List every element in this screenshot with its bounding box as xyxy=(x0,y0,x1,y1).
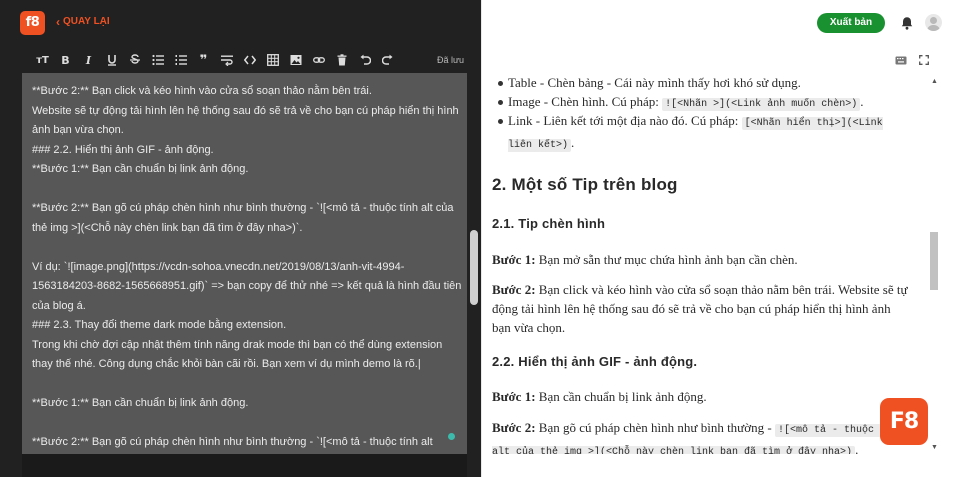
code-icon[interactable] xyxy=(238,50,261,70)
editor-pane: f8 ‹ QUAY LẠI ᴛT B I ❞ Đã lưu **Bước 2:*… xyxy=(0,0,481,477)
fullscreen-icon[interactable] xyxy=(919,55,929,65)
f8-badge[interactable]: F8 xyxy=(880,398,928,445)
italic-icon[interactable]: I xyxy=(77,50,100,70)
saved-status: Đã lưu xyxy=(436,55,464,65)
list-item: Link - Liên kết tới một địa nào đó. Cú p… xyxy=(508,113,883,152)
list-bullet xyxy=(498,81,503,86)
table-icon[interactable] xyxy=(261,50,284,70)
scroll-down-icon[interactable]: ▼ xyxy=(931,444,938,451)
underline-icon[interactable] xyxy=(100,50,123,70)
subsection-heading: 2.1. Tip chèn hình xyxy=(492,216,606,231)
editor-scrollbar[interactable] xyxy=(470,230,478,305)
paragraph: Bước 1: Bạn mở sẵn thư mục chứa hình ảnh… xyxy=(492,252,798,267)
f8-logo[interactable]: f8 xyxy=(20,11,45,35)
preview-scrollbar[interactable] xyxy=(930,232,938,290)
editor-toolbar: ᴛT B I ❞ xyxy=(0,48,481,72)
ordered-list-icon[interactable] xyxy=(169,50,192,70)
paragraph: Bước 2: Bạn click và kéo hình vào cửa sổ… xyxy=(492,282,908,335)
list-item: Table - Chèn bảng - Cái này mình thấy hơ… xyxy=(508,75,801,90)
strikethrough-icon[interactable] xyxy=(123,50,146,70)
editor-header: f8 ‹ QUAY LẠI xyxy=(0,0,481,44)
back-button[interactable]: ‹ QUAY LẠI xyxy=(56,14,110,29)
link-icon[interactable] xyxy=(307,50,330,70)
bell-icon[interactable] xyxy=(900,16,914,30)
image-icon[interactable] xyxy=(284,50,307,70)
back-label: QUAY LẠI xyxy=(63,16,110,27)
publish-button[interactable]: Xuất bản xyxy=(817,13,885,33)
redo-icon[interactable] xyxy=(376,50,399,70)
scroll-up-icon[interactable]: ▲ xyxy=(931,78,938,85)
section-heading: 2. Một số Tip trên blog xyxy=(492,175,678,194)
markdown-editor[interactable]: **Bước 2:** Bạn click và kéo hình vào cử… xyxy=(22,73,467,454)
paragraph: Bước 1: Bạn cần chuẩn bị link ảnh động. xyxy=(492,389,707,404)
delete-icon[interactable] xyxy=(330,50,353,70)
bold-icon[interactable]: B xyxy=(54,50,77,70)
wrap-icon[interactable] xyxy=(215,50,238,70)
chevron-left-icon: ‹ xyxy=(56,14,60,29)
quote-icon[interactable]: ❞ xyxy=(192,50,215,70)
keyboard-icon[interactable] xyxy=(895,56,907,65)
editor-footer xyxy=(22,454,467,477)
avatar[interactable] xyxy=(925,14,942,31)
heading-icon[interactable]: ᴛT xyxy=(31,50,54,70)
cursor-indicator xyxy=(448,433,455,440)
markdown-preview: Table - Chèn bảng - Cái này mình thấy hơ… xyxy=(482,73,940,454)
list-bullet xyxy=(498,100,503,105)
paragraph: Bước 2: Bạn gõ cú pháp chèn hình như bìn… xyxy=(492,418,912,454)
list-bullet xyxy=(498,119,503,124)
subsection-heading: 2.2. Hiển thị ảnh GIF - ảnh động. xyxy=(492,354,698,369)
undo-icon[interactable] xyxy=(353,50,376,70)
editor-content[interactable]: **Bước 2:** Bạn click và kéo hình vào cử… xyxy=(32,82,462,453)
unordered-list-icon[interactable] xyxy=(146,50,169,70)
